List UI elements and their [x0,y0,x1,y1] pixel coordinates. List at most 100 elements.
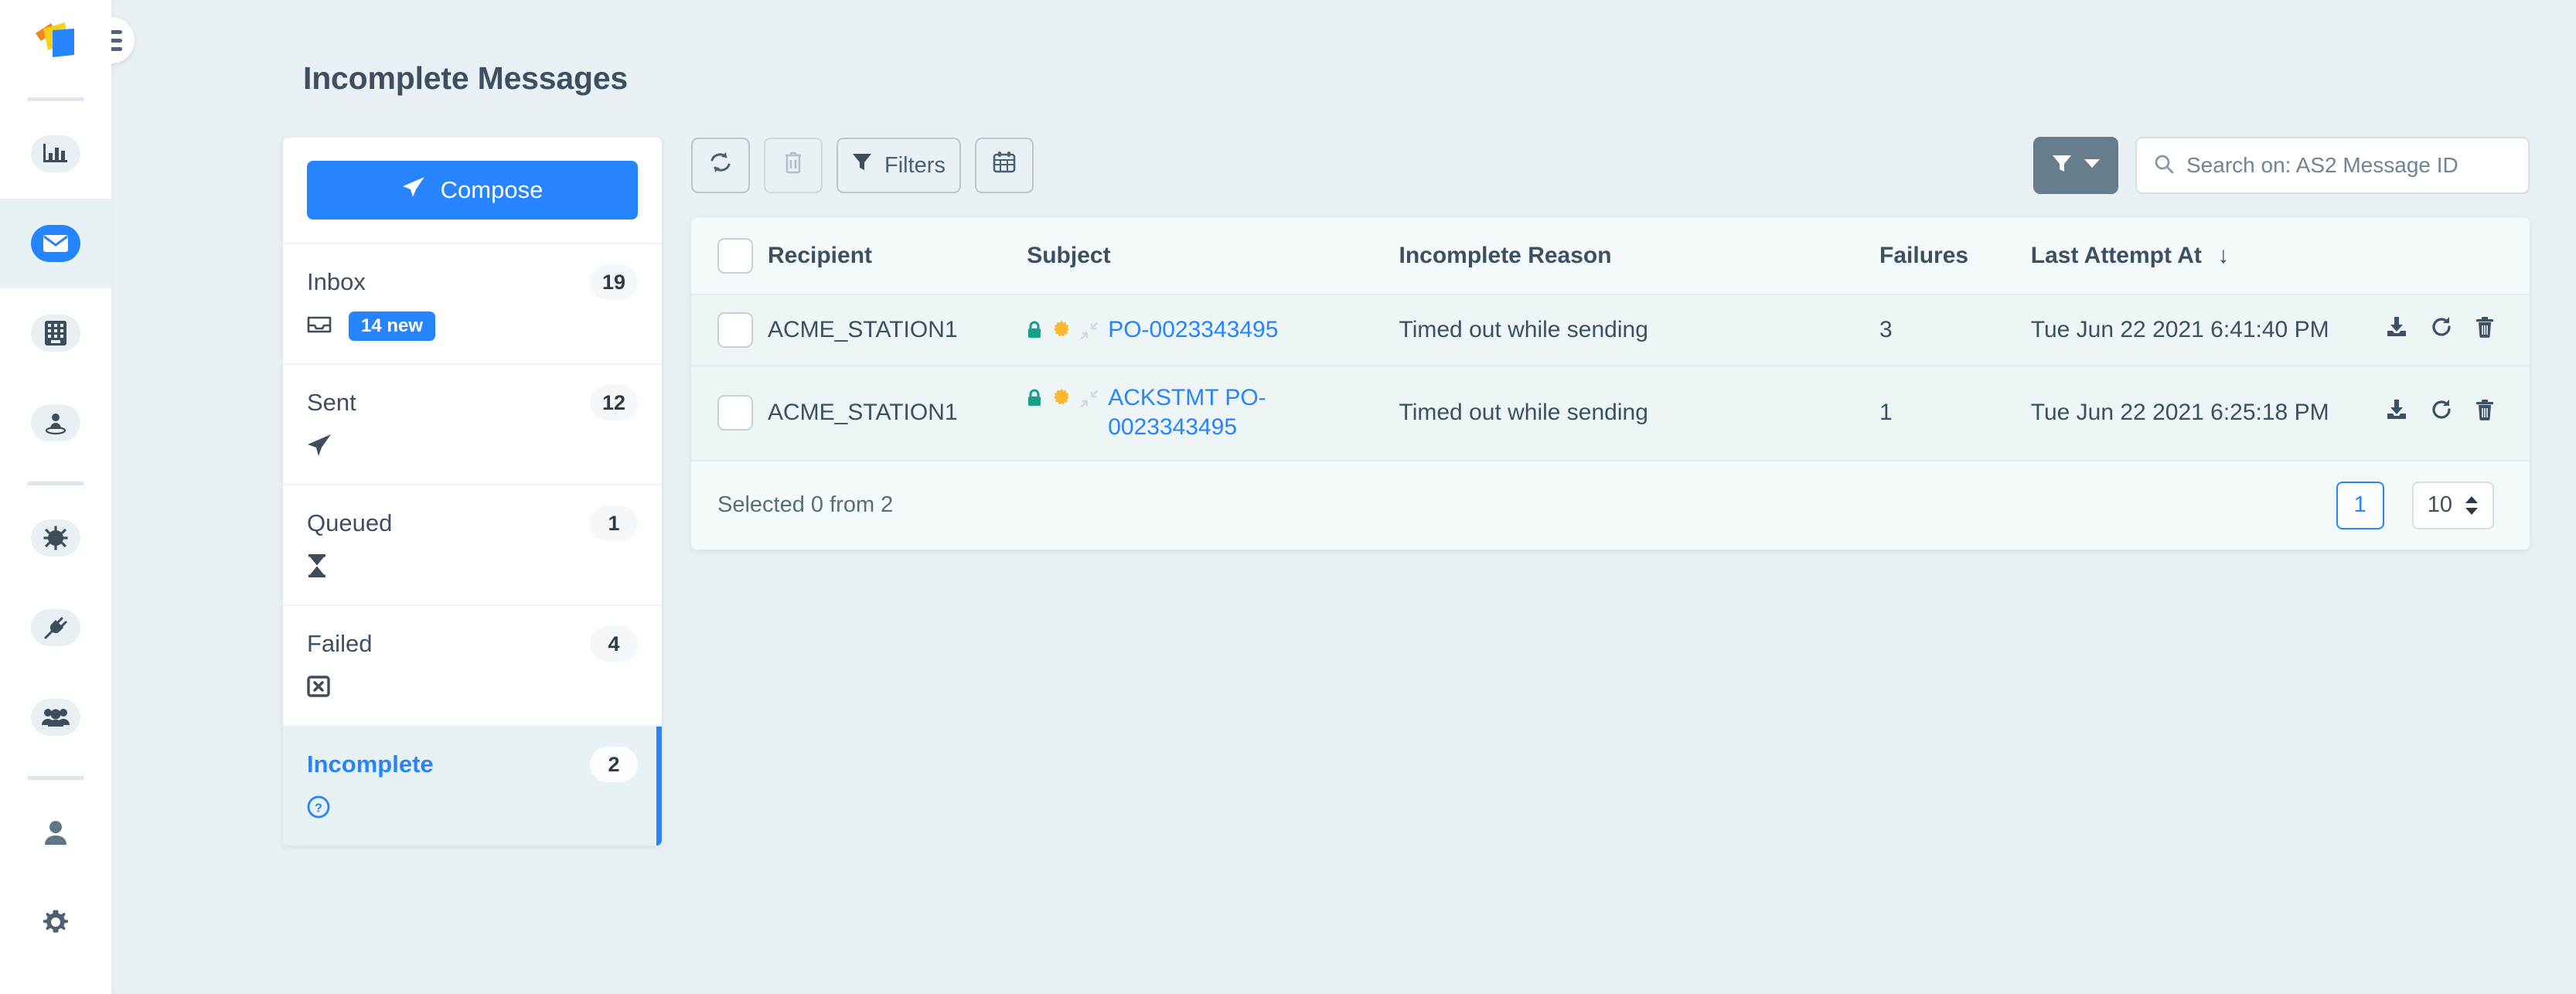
rail-item-configuration[interactable] [0,493,111,583]
plug-icon [31,609,80,646]
filter-dropdown-button[interactable] [2033,137,2118,194]
table-footer: Selected 0 from 2 1 10 [691,461,2530,550]
trash-icon [783,151,803,180]
folder-label: Queued [307,509,393,536]
folder-label: Failed [307,630,373,657]
folder-label: Incomplete [307,751,434,778]
folder-label: Sent [307,389,356,416]
folder-meta: ? [307,791,638,825]
trash-icon[interactable] [2475,399,2494,421]
inbox-new-badge: 14 new [349,311,436,341]
compress-arrows-icon [1080,319,1099,346]
search-icon [2154,154,2174,178]
retry-icon[interactable] [2431,399,2452,420]
row-checkbox[interactable] [717,312,753,348]
stepper-arrows-icon [2465,495,2479,516]
retry-icon[interactable] [2431,316,2452,338]
folder-meta: 14 new [307,309,638,343]
svg-text:?: ? [315,802,322,815]
app-logo[interactable] [0,0,111,83]
cell-incomplete-reason: Timed out while sending [1399,294,1880,366]
certificate-seal-icon [1052,319,1071,346]
cell-subject: ACKSTMT PO-0023343495 [1027,366,1399,461]
page-size-value: 10 [2427,492,2452,518]
rail-item-users[interactable] [0,672,111,762]
filters-button[interactable]: Filters [837,138,961,193]
messages-table: Recipient Subject Incomplete Reason Fail… [691,218,2530,461]
rail-item-stations[interactable] [0,378,111,468]
user-location-icon [31,404,80,441]
folder-header: Queued 1 [307,506,638,541]
funnel-icon [2052,154,2072,178]
gear-cog-icon [31,519,80,557]
sidebar-item-inbox[interactable]: Inbox 19 14 new [283,243,662,363]
page-size-select[interactable]: 10 [2411,481,2494,529]
app-root: Incomplete Messages Compose Inbox 19 14 … [0,0,2576,994]
select-all-checkbox[interactable] [717,238,753,274]
compose-container: Compose [283,138,662,243]
compose-button[interactable]: Compose [307,161,638,220]
hamburger-menu-icon [111,29,122,51]
download-icon[interactable] [2386,316,2407,338]
envelope-icon [31,225,80,262]
refresh-button[interactable] [691,138,750,193]
select-all-cell [691,218,768,295]
rail-item-settings[interactable] [0,877,111,967]
date-range-button[interactable] [974,138,1034,193]
sidebar-item-sent[interactable]: Sent 12 [283,363,662,484]
table-row[interactable]: ACME_STATION1 [691,366,2530,461]
rail-divider-bottom [27,776,84,780]
hamburger-menu-button[interactable] [111,17,135,63]
folder-count-badge: 12 [589,385,638,420]
rail-item-connectors[interactable] [0,583,111,672]
table-header-row: Recipient Subject Incomplete Reason Fail… [691,218,2530,295]
folder-count-badge: 1 [590,506,638,541]
subject-link[interactable]: PO-0023343495 [1108,315,1278,345]
refresh-icon [709,151,732,180]
column-header-actions [2386,218,2530,295]
search-container[interactable] [2135,137,2530,194]
row-checkbox[interactable] [717,395,753,431]
folder-label: Inbox [307,268,366,295]
page-title: Incomplete Messages [303,60,629,96]
messages-table-card: Recipient Subject Incomplete Reason Fail… [691,218,2530,550]
question-circle-icon: ? [307,795,330,822]
rail-item-dashboard[interactable] [0,109,111,199]
arrow-down-icon: ↓ [2217,243,2230,268]
column-header-recipient[interactable]: Recipient [767,218,1027,295]
cell-subject: PO-0023343495 [1027,294,1399,366]
folder-count-badge: 19 [589,264,638,300]
column-header-incomplete-reason[interactable]: Incomplete Reason [1399,218,1880,295]
boxed-x-icon [307,675,330,701]
certificate-seal-icon [1052,387,1071,414]
table-row[interactable]: ACME_STATION1 [691,294,2530,366]
subject-status-icons [1027,315,1099,346]
cell-last-attempt-at: Tue Jun 22 2021 6:41:40 PM [2030,294,2386,366]
cell-recipient: ACME_STATION1 [767,294,1027,366]
trash-icon[interactable] [2475,316,2494,338]
column-header-failures[interactable]: Failures [1879,218,2031,295]
compose-button-label: Compose [440,176,543,203]
folder-count-badge: 2 [590,747,638,782]
cell-failures: 3 [1879,294,2031,366]
sidebar-item-failed[interactable]: Failed 4 [283,604,662,725]
column-header-subject[interactable]: Subject [1027,218,1399,295]
folder-header: Failed 4 [307,626,638,662]
sidebar-item-queued[interactable]: Queued 1 [283,484,662,604]
subject-link[interactable]: ACKSTMT PO-0023343495 [1108,383,1301,443]
rail-item-account[interactable] [0,788,111,877]
folder-header: Inbox 19 [307,264,638,300]
keypad-icon [31,315,80,352]
paper-plane-icon [307,434,332,461]
folder-meta [307,430,638,464]
download-icon[interactable] [2386,399,2407,420]
page-number-1[interactable]: 1 [2336,481,2384,529]
column-header-last-attempt-at[interactable]: Last Attempt At ↓ [2030,218,2386,295]
sidebar-item-incomplete[interactable]: Incomplete 2 ? [283,725,662,846]
rail-item-messages[interactable] [0,199,111,288]
cell-recipient: ACME_STATION1 [767,366,1027,461]
search-input[interactable] [2186,153,2511,178]
delete-button[interactable] [764,138,823,193]
filters-button-label: Filters [884,152,946,178]
rail-item-trading-partners[interactable] [0,288,111,378]
